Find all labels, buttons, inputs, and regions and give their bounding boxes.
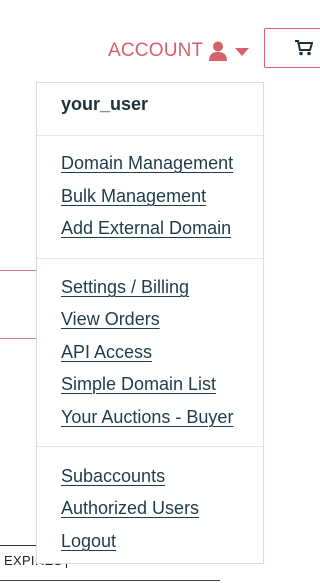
menu-item-authorized-users[interactable]: Authorized Users	[61, 498, 199, 519]
account-menu-toggle[interactable]: ACCOUNT	[108, 38, 250, 64]
menu-divider	[37, 135, 263, 136]
menu-divider	[37, 446, 263, 447]
menu-item-add-external-domain[interactable]: Add External Domain	[61, 218, 231, 239]
username-label: your_user	[61, 94, 149, 114]
background-divider	[0, 270, 36, 271]
menu-item-settings-billing[interactable]: Settings / Billing	[61, 277, 189, 298]
menu-item-view-orders[interactable]: View Orders	[61, 309, 160, 330]
menu-item-subaccounts[interactable]: Subaccounts	[61, 466, 165, 487]
menu-divider	[37, 258, 263, 259]
background-divider	[0, 545, 36, 546]
menu-item-api-access[interactable]: API Access	[61, 342, 152, 363]
background-divider	[0, 338, 36, 339]
menu-item-logout[interactable]: Logout	[61, 531, 116, 552]
user-icon	[209, 41, 228, 61]
account-dropdown-menu: your_user Domain Management Bulk Managem…	[36, 82, 264, 564]
caret-down-icon	[235, 48, 250, 56]
menu-item-your-auctions-buyer[interactable]: Your Auctions - Buyer	[61, 407, 233, 428]
shopping-cart-icon	[295, 40, 314, 61]
account-label: ACCOUNT	[108, 40, 204, 61]
top-bar: ACCOUNT	[0, 0, 320, 80]
table-header-rule	[0, 580, 220, 581]
menu-item-bulk-management[interactable]: Bulk Management	[61, 186, 206, 207]
menu-item-simple-domain-list[interactable]: Simple Domain List	[61, 374, 216, 395]
menu-item-domain-management[interactable]: Domain Management	[61, 153, 233, 174]
cart-button[interactable]	[264, 28, 320, 68]
